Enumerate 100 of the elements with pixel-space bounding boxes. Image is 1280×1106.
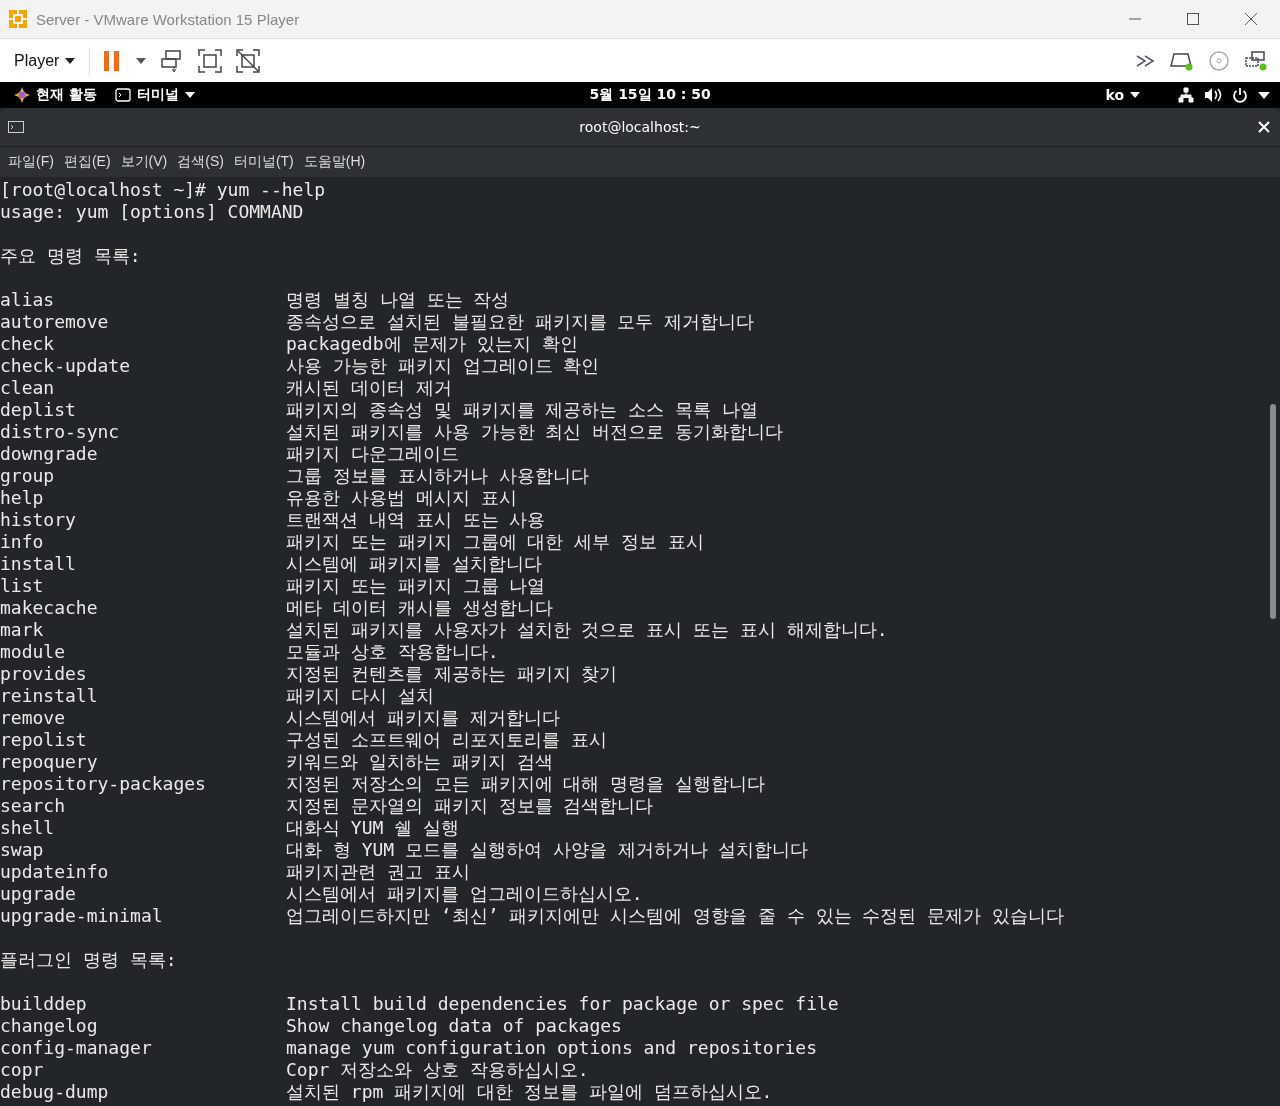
- command-name: info: [0, 531, 45, 553]
- scrollbar-thumb[interactable]: [1270, 404, 1276, 619]
- command-description: 패키지 다운그레이드: [286, 443, 459, 465]
- command-description: Install build dependencies for package or spec file: [286, 993, 839, 1015]
- command-description: packagedb에 문제가 있는지 확인: [286, 333, 579, 355]
- terminal-text: usage: yum [options] COMMAND: [0, 201, 304, 223]
- command-description: 설치된 rpm 패키지에 대한 정보를 파일에 덤프하십시오.: [286, 1081, 773, 1103]
- command-name: repository-packages: [0, 773, 207, 795]
- command-name: builddep: [0, 993, 88, 1015]
- command-description: Copr 저장소와 상호 작용하십시오.: [286, 1059, 589, 1081]
- command-description: 설치된 패키지를 사용자가 설치한 것으로 표시 또는 표시 해제합니다.: [286, 619, 888, 641]
- power-icon: [1232, 87, 1248, 103]
- command-description: 지정된 컨텐츠를 제공하는 패키지 찾기: [286, 663, 618, 685]
- terminal-icon: [114, 88, 131, 102]
- volume-icon: [1204, 87, 1222, 103]
- caret-icon: [1130, 92, 1140, 98]
- command-name: repolist: [0, 729, 88, 751]
- terminal-app-menu[interactable]: 터미널: [110, 86, 199, 104]
- command-name: swap: [0, 839, 45, 861]
- command-description: 유용한 사용법 메시지 표시: [286, 487, 517, 509]
- command-name: search: [0, 795, 67, 817]
- caret-icon[interactable]: [134, 55, 149, 66]
- command-description: 패키지관련 권고 표시: [286, 861, 470, 883]
- command-name: alias: [0, 289, 56, 311]
- input-method-menu[interactable]: ko: [1101, 87, 1144, 103]
- command-description: 시스템에서 패키지를 업그레이드하십시오.: [286, 883, 643, 905]
- command-description: 대화식 YUM 쉘 실행: [286, 817, 460, 839]
- command-description: 메타 데이터 캐시를 생성합니다: [286, 597, 553, 619]
- command-description: 대화 형 YUM 모드를 실행하여 사양을 제거하거나 설치합니다: [286, 839, 809, 861]
- command-name: config-manager: [0, 1037, 153, 1059]
- command-name: upgrade-minimal: [0, 905, 164, 927]
- menu-item[interactable]: 파일(F): [4, 153, 58, 171]
- network-icon: [1178, 87, 1194, 103]
- command-name: repoquery: [0, 751, 99, 773]
- command-description: 캐시된 데이터 제거: [286, 377, 452, 399]
- command-description: 그룹 정보를 표시하거나 사용합니다: [286, 465, 589, 487]
- flower-logo-icon: [14, 87, 30, 103]
- command-description: 시스템에서 패키지를 제거합니다: [286, 707, 560, 729]
- close-icon: [1244, 12, 1258, 26]
- command-description: 지정된 저장소의 모든 패키지에 대해 명령을 실행합니다: [286, 773, 766, 795]
- clock[interactable]: 5월 15일 10 : 50: [585, 86, 715, 104]
- terminal-text: 주요 명령 목록:: [0, 245, 141, 267]
- command-name: help: [0, 487, 45, 509]
- command-description: Show changelog data of packages: [286, 1015, 622, 1037]
- command-description: 패키지 다시 설치: [286, 685, 434, 707]
- command-description: 구성된 소프트웨어 리포지토리를 표시: [286, 729, 607, 751]
- command-name: clean: [0, 377, 56, 399]
- command-name: module: [0, 641, 67, 663]
- command-name: provides: [0, 663, 88, 685]
- command-description: 종속성으로 설치된 불필요한 패키지를 모두 제거합니다: [286, 311, 755, 333]
- menu-item[interactable]: 편집(E): [59, 153, 115, 171]
- command-description: 지정된 문자열의 패키지 정보를 검색합니다: [286, 795, 654, 817]
- command-description: 트랜잭션 내역 표시 또는 사용: [286, 509, 546, 531]
- command-name: history: [0, 509, 77, 531]
- command-name: shell: [0, 817, 56, 839]
- command-name: reinstall: [0, 685, 99, 707]
- menu-item[interactable]: 검색(S): [173, 153, 228, 171]
- command-name: list: [0, 575, 45, 597]
- maximize-icon: [1186, 12, 1200, 26]
- command-description: manage yum configuration options and repositories: [286, 1037, 817, 1059]
- terminal-text: [root@localhost ~]# yum --help: [0, 179, 326, 201]
- command-name: changelog: [0, 1015, 99, 1037]
- command-name: deplist: [0, 399, 77, 421]
- terminal-title: root@localhost:~: [578, 119, 702, 135]
- command-name: upgrade: [0, 883, 77, 905]
- command-name: debug-dump: [0, 1081, 110, 1103]
- command-description: 업그레이드하지만 ‘최신’ 패키지에만 시스템에 영향을 줄 수 있는 수정된 문제가 있습니다: [286, 905, 1065, 927]
- command-description: 패키지의 종속성 및 패키지를 제공하는 소스 목록 나열: [286, 399, 758, 421]
- command-name: copr: [0, 1059, 45, 1081]
- terminal-icon: [8, 121, 24, 133]
- command-name: remove: [0, 707, 67, 729]
- command-description: 패키지 또는 패키지 그룹에 대한 세부 정보 표시: [286, 531, 704, 553]
- fullscreen-icon[interactable]: [196, 46, 225, 75]
- command-description: 시스템에 패키지를 설치합니다: [286, 553, 542, 575]
- terminal-text: 플러그인 명령 목록:: [0, 949, 177, 971]
- window-title: Server - VMware Workstation 15 Player: [36, 10, 301, 28]
- command-name: updateinfo: [0, 861, 110, 883]
- command-name: install: [0, 553, 77, 575]
- command-name: distro-sync: [0, 421, 121, 443]
- command-name: downgrade: [0, 443, 99, 465]
- command-description: 사용 가능한 패키지 업그레이드 확인: [286, 355, 600, 377]
- app-logo-icon: [8, 9, 28, 29]
- command-description: 패키지 또는 패키지 그룹 나열: [286, 575, 546, 597]
- caret-icon: [184, 92, 195, 98]
- command-name: check: [0, 333, 56, 355]
- player-menu[interactable]: Player: [10, 51, 80, 70]
- caret-icon[interactable]: [1258, 91, 1270, 99]
- command-description: 설치된 패키지를 사용 가능한 최신 버전으로 동기화합니다: [286, 421, 784, 443]
- command-description: 명령 별칭 나열 또는 작성: [286, 289, 510, 311]
- activities-button[interactable]: 현재 활동: [10, 86, 101, 104]
- command-name: mark: [0, 619, 45, 641]
- command-name: group: [0, 465, 56, 487]
- menu-item[interactable]: 보기(V): [116, 153, 172, 171]
- menu-item[interactable]: 터미널(T): [229, 153, 298, 171]
- command-name: makecache: [0, 597, 99, 619]
- command-description: 키워드와 일치하는 패키지 검색: [286, 751, 553, 773]
- command-name: check-update: [0, 355, 132, 377]
- caret-icon: [65, 57, 76, 64]
- close-button[interactable]: [1256, 119, 1272, 135]
- menu-item[interactable]: 도움말(H): [299, 153, 370, 171]
